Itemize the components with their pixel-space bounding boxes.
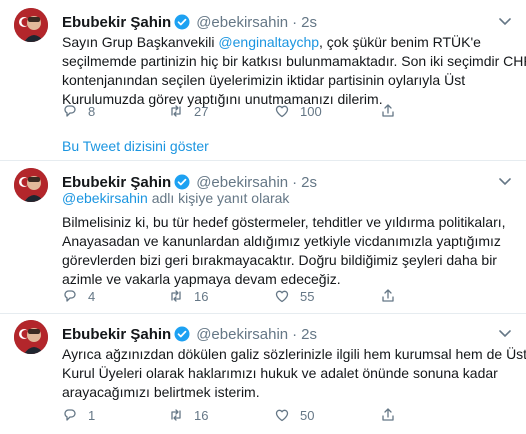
separator-dot: ·	[292, 173, 298, 191]
reply-icon	[64, 409, 76, 421]
tweet-actions: 8 27 100	[62, 102, 514, 120]
tweet-text: Bilmelisiniz ki, bu tür hedef göstermele…	[62, 214, 506, 287]
separator-dot: ·	[292, 325, 298, 343]
heart-icon	[275, 290, 289, 303]
author-handle[interactable]: @ebekirsahin	[196, 174, 288, 191]
avatar-image	[14, 320, 48, 354]
retweet-icon	[171, 409, 181, 421]
tweet-2[interactable]: Ebubekir Şahin @ebekirsahin · 2s @ebekir…	[0, 168, 526, 308]
verified-badge-icon	[174, 326, 190, 342]
heart-icon	[275, 409, 289, 422]
tweet-actions: 4 16 55	[62, 287, 514, 305]
tweet-time[interactable]: 2s	[301, 14, 317, 31]
reply-button[interactable]: 8	[62, 102, 95, 120]
verified-badge-icon	[174, 14, 190, 30]
verified-badge-icon	[174, 174, 190, 190]
avatar[interactable]	[14, 8, 48, 42]
divider	[0, 313, 526, 314]
tweet-1[interactable]: Ebubekir Şahin @ebekirsahin · 2s Sayın G…	[0, 8, 526, 120]
author-handle[interactable]: @ebekirsahin	[196, 326, 288, 343]
tweet-text: Ayrıca ağzınızdan dökülen galiz sözlerin…	[62, 346, 526, 400]
avatar[interactable]	[14, 320, 48, 354]
reply-icon	[64, 105, 76, 117]
reply-icon	[64, 290, 76, 302]
reply-to-mention[interactable]: @ebekirsahin	[62, 190, 148, 206]
author-name[interactable]: Ebubekir Şahin	[62, 326, 171, 343]
retweet-button[interactable]: 27	[168, 102, 208, 120]
share-button[interactable]	[380, 102, 396, 120]
reply-button[interactable]: 4	[62, 287, 95, 305]
chevron-down-icon[interactable]	[498, 174, 512, 188]
retweet-icon	[171, 105, 181, 117]
show-thread-link[interactable]: Bu Tweet dizisini göster	[62, 138, 209, 154]
retweet-button[interactable]: 16	[168, 287, 208, 305]
share-button[interactable]	[380, 287, 396, 305]
share-icon	[382, 408, 394, 421]
avatar-image	[14, 8, 48, 42]
separator-dot: ·	[292, 13, 298, 31]
like-button[interactable]: 55	[274, 287, 314, 305]
tweet-text: Sayın Grup Başkanvekili @enginaltaychp, …	[62, 34, 526, 107]
tweet-actions: 1 16 50	[62, 406, 514, 424]
like-button[interactable]: 50	[274, 406, 314, 424]
avatar-image	[14, 168, 48, 202]
retweet-icon	[171, 290, 181, 302]
tweet-time[interactable]: 2s	[301, 174, 317, 191]
mention-link[interactable]: @enginaltaychp	[218, 34, 319, 50]
reply-button[interactable]: 1	[62, 406, 95, 424]
share-button[interactable]	[380, 406, 396, 424]
chevron-down-icon[interactable]	[498, 326, 512, 340]
share-icon	[382, 289, 394, 302]
retweet-button[interactable]: 16	[168, 406, 208, 424]
author-handle[interactable]: @ebekirsahin	[196, 14, 288, 31]
author-name[interactable]: Ebubekir Şahin	[62, 14, 171, 31]
share-icon	[382, 104, 394, 117]
heart-icon	[275, 105, 289, 118]
like-button[interactable]: 100	[274, 102, 322, 120]
chevron-down-icon[interactable]	[498, 14, 512, 28]
divider	[0, 160, 526, 161]
tweet-3[interactable]: Ebubekir Şahin @ebekirsahin · 2s Ayrıca …	[0, 320, 526, 432]
avatar[interactable]	[14, 168, 48, 202]
author-name[interactable]: Ebubekir Şahin	[62, 174, 171, 191]
replying-to: @ebekirsahin adlı kişiye yanıt olarak	[62, 190, 290, 206]
tweet-time[interactable]: 2s	[301, 326, 317, 343]
